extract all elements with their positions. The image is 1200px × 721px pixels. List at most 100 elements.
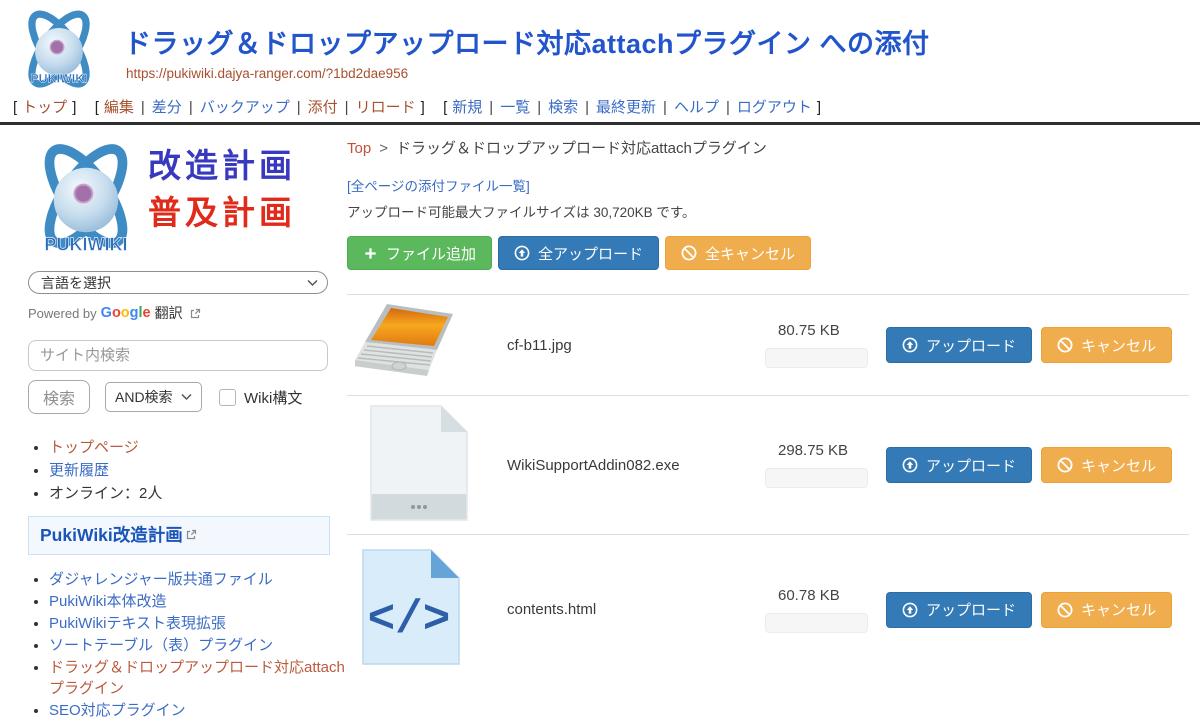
file-row: cf-b11.jpg 80.75 KB アップロード キャンセル (347, 294, 1189, 395)
file-size: 298.75 KB (765, 442, 886, 459)
sidebar-link-text-ext[interactable]: PukiWikiテキスト表現拡張 (49, 615, 226, 632)
page-url[interactable]: https://pukiwiki.dajya-ranger.com/?1bd2d… (126, 66, 408, 81)
upload-progress-bar (765, 348, 868, 368)
atom-logo-icon: PUKIWIKI (16, 4, 102, 96)
generic-file-icon (369, 404, 469, 522)
sidebar-top-links: トップページ 更新履歴 オンライン：2人 (28, 436, 345, 503)
svg-text:PUKIWIKI: PUKIWIKI (30, 71, 87, 85)
search-mode-select[interactable]: AND検索 (105, 382, 202, 412)
online-count: オンライン：2人 (49, 482, 345, 503)
pukiwiki-kaizo-banner[interactable]: PukiWiki改造計画 (28, 516, 330, 555)
upload-button[interactable]: アップロード (886, 592, 1032, 628)
logo-text-kaizo: 改造計画 (148, 149, 296, 182)
external-link-icon (186, 529, 197, 540)
nav-link-reload[interactable]: リロード (356, 99, 416, 116)
nav-link-attach[interactable]: 添付 (308, 99, 338, 116)
cancel-button[interactable]: キャンセル (1041, 447, 1172, 483)
upload-button[interactable]: アップロード (886, 447, 1032, 483)
google-translate-attribution: Powered by Google 翻訳 (28, 303, 345, 323)
svg-text:PUKIWIKI: PUKIWIKI (44, 234, 127, 254)
html-code-file-icon: </> (361, 548, 461, 666)
list-item: ダジャレンジャー版共通ファイル (49, 568, 345, 589)
ban-circle-icon (1057, 457, 1073, 473)
breadcrumb-home-link[interactable]: Top (347, 140, 371, 157)
nav-link-new[interactable]: 新規 (452, 99, 482, 116)
upload-toolbar: ファイル追加 全アップロード 全キャンセル (347, 236, 1200, 270)
list-item: ソートテーブル（表）プラグイン (49, 634, 345, 655)
page-header: PUKIWIKI ドラッグ＆ドロップアップロード対応attachプラグイン への… (0, 0, 1200, 122)
language-select-value: 言語を選択 (41, 273, 111, 293)
cancel-button[interactable]: キャンセル (1041, 327, 1172, 363)
svg-text:</>: </> (368, 594, 451, 646)
file-row: </> contents.html 60.78 KB アップロード キャンセル (347, 534, 1189, 684)
site-search-input[interactable] (28, 340, 328, 371)
sidebar-link-common-files[interactable]: ダジャレンジャー版共通ファイル (49, 571, 273, 588)
pukiwiki-logo[interactable]: PUKIWIKI (16, 4, 102, 101)
circle-arrow-up-icon (902, 337, 918, 353)
logo-text-fukyu: 普及計画 (148, 196, 296, 229)
upload-all-button[interactable]: 全アップロード (498, 236, 659, 270)
wiki-syntax-label: Wiki構文 (244, 387, 302, 408)
sidebar-link-recent-changes[interactable]: 更新履歴 (49, 462, 109, 479)
upload-progress-bar (765, 468, 868, 488)
circle-arrow-up-icon (902, 602, 918, 618)
chevron-down-icon (307, 279, 318, 286)
max-upload-size-text: アップロード可能最大ファイルサイズは 30,720KB です。 (347, 201, 1200, 221)
list-item: SEO対応プラグイン (49, 699, 345, 720)
upload-file-list: cf-b11.jpg 80.75 KB アップロード キャンセル (347, 294, 1189, 684)
circle-arrow-up-icon (514, 245, 530, 261)
search-button[interactable]: 検索 (28, 380, 90, 414)
translate-link[interactable]: 翻訳 (155, 303, 183, 323)
pukiwiki-kaizo-link[interactable]: PukiWiki改造計画 (40, 525, 183, 545)
sidebar-link-core-mod[interactable]: PukiWiki本体改造 (49, 593, 167, 610)
cancel-all-button[interactable]: 全キャンセル (665, 236, 811, 270)
file-name: contents.html (507, 601, 765, 618)
language-select[interactable]: 言語を選択 (28, 271, 328, 294)
laptop-thumbnail (355, 304, 467, 382)
sidebar: PUKIWIKI 改造計画 普及計画 言語を選択 Powered by Goog… (0, 125, 345, 721)
nav-link-list[interactable]: 一覧 (500, 99, 530, 116)
atom-logo-icon: PUKIWIKI (28, 139, 144, 261)
file-row: WikiSupportAddin082.exe 298.75 KB アップロード… (347, 395, 1189, 534)
sidebar-plugin-links: ダジャレンジャー版共通ファイル PukiWiki本体改造 PukiWikiテキス… (28, 568, 345, 720)
list-item: 更新履歴 (49, 459, 345, 480)
nav-link-backup[interactable]: バックアップ (200, 99, 290, 116)
list-item: トップページ (49, 436, 345, 457)
nav-link-diff[interactable]: 差分 (152, 99, 182, 116)
search-mode-value: AND検索 (115, 387, 173, 407)
chevron-down-icon (181, 394, 192, 401)
file-name: cf-b11.jpg (507, 337, 765, 354)
all-attachments-link[interactable]: [全ページの添付ファイル一覧] (347, 175, 530, 195)
file-size: 80.75 KB (765, 322, 886, 339)
cancel-button[interactable]: キャンセル (1041, 592, 1172, 628)
sidebar-logo[interactable]: PUKIWIKI 改造計画 普及計画 (28, 139, 345, 261)
nav-link-search[interactable]: 検索 (548, 99, 578, 116)
sidebar-link-sort-table[interactable]: ソートテーブル（表）プラグイン (49, 637, 273, 654)
ban-circle-icon (681, 245, 697, 261)
sidebar-link-dnd-attach[interactable]: ドラッグ＆ドロップアップロード対応attachプラグイン (49, 659, 345, 697)
nav-link-help[interactable]: ヘルプ (674, 99, 719, 116)
list-item: PukiWiki本体改造 (49, 590, 345, 611)
add-files-button[interactable]: ファイル追加 (347, 236, 492, 270)
nav-link-logout[interactable]: ログアウト (737, 99, 812, 116)
list-item: ドラッグ＆ドロップアップロード対応attachプラグイン (49, 656, 345, 698)
breadcrumb: Top>ドラッグ＆ドロップアップロード対応attachプラグイン (347, 137, 1200, 158)
sidebar-link-toppage[interactable]: トップページ (49, 439, 139, 456)
sidebar-link-seo-plugin[interactable]: SEO対応プラグイン (49, 702, 186, 719)
main-content: Top>ドラッグ＆ドロップアップロード対応attachプラグイン [全ページの添… (345, 125, 1200, 684)
google-logo: Google (101, 305, 151, 321)
nav-link-top[interactable]: トップ (22, 99, 67, 116)
page-title: ドラッグ＆ドロップアップロード対応attachプラグイン への添付 (124, 22, 930, 61)
ban-circle-icon (1057, 337, 1073, 353)
wiki-syntax-checkbox[interactable] (219, 389, 236, 406)
file-size: 60.78 KB (765, 587, 886, 604)
upload-button[interactable]: アップロード (886, 327, 1032, 363)
external-link-icon (190, 308, 201, 319)
file-name: WikiSupportAddin082.exe (507, 457, 765, 474)
nav-link-edit[interactable]: 編集 (104, 99, 134, 116)
nav-link-recent[interactable]: 最終更新 (596, 99, 656, 116)
breadcrumb-current: ドラッグ＆ドロップアップロード対応attachプラグイン (396, 140, 767, 157)
circle-arrow-up-icon (902, 457, 918, 473)
nav-bar: [トップ] [編集|差分|バックアップ|添付|リロード] [新規|一覧|検索|最… (8, 96, 826, 117)
plus-icon (363, 246, 378, 261)
